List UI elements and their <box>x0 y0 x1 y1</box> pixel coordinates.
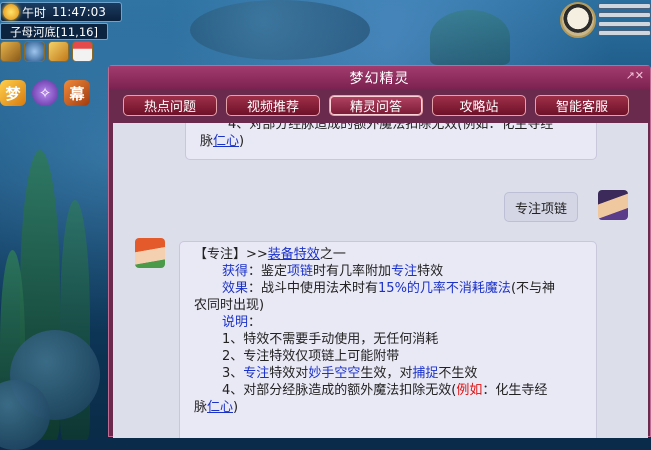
example-keyword: 例如 <box>456 383 483 398</box>
player-portrait[interactable] <box>560 2 596 38</box>
tab-hot-questions[interactable]: 热点问题 <box>123 95 217 116</box>
prev-line: 脉仁心) <box>200 134 245 149</box>
answer-effect-line2: 农同时出现) <box>194 298 265 313</box>
window-titlebar[interactable]: 梦幻精灵 ↗✕ <box>109 66 650 90</box>
calendar-icon[interactable] <box>72 41 93 62</box>
answer-effect-line: 效果：战斗中使用法术时有15%的几率不消耗魔法(不与神 <box>222 281 556 296</box>
chat-area[interactable]: 4、对部分经脉造成的额外魔法扣除无效(例如：化生寺经 脉仁心) 专注项链 【专注… <box>113 123 648 438</box>
game-clock: 午时 11:47:03 <box>0 2 122 22</box>
renxin-link[interactable]: 仁心 <box>213 134 239 149</box>
clock-time: 11:47:03 <box>52 5 106 19</box>
answer-heading: 【专注】>>装备特效之一 <box>194 247 346 262</box>
effect-highlight: 15%的几率不消耗魔法 <box>378 281 511 296</box>
equipment-effect-link[interactable]: 装备特效 <box>268 247 320 262</box>
hp-bar <box>598 3 651 9</box>
answer-note-label: 说明： <box>222 315 262 330</box>
previous-answer-bubble: 4、对部分经脉造成的额外魔法扣除无效(例如：化生寺经 脉仁心) <box>185 123 597 160</box>
dream-icon[interactable]: 梦 <box>0 80 26 106</box>
effect-label: 效果 <box>222 281 249 296</box>
necklace-keyword: 项链 <box>287 264 314 279</box>
side-icon-bar: 梦 ✧ 幕 <box>0 80 90 106</box>
exp-bar <box>598 30 651 36</box>
note-item: 3、专注特效对妙手空空生效，对捕捉不生效 <box>222 366 478 381</box>
resize-icon[interactable]: ↗✕ <box>626 69 644 82</box>
note-item: 2、专注特效仅项链上可能附带 <box>222 349 400 364</box>
tab-video-recommend[interactable]: 视频推荐 <box>226 95 320 116</box>
book-icon[interactable] <box>0 41 21 62</box>
tab-bar: 热点问题 视频推荐 精灵问答 攻略站 智能客服 <box>109 90 650 122</box>
renxin-link[interactable]: 仁心 <box>207 400 233 415</box>
time-period: 午时 <box>22 5 47 20</box>
window-title: 梦幻精灵 <box>349 71 410 87</box>
obtain-label: 获得 <box>222 264 249 279</box>
spirit-avatar <box>135 238 165 268</box>
tab-smart-support[interactable]: 智能客服 <box>535 95 629 116</box>
map-location: 子母河底[11,16] <box>0 23 108 40</box>
status-bars <box>598 3 651 39</box>
sun-icon <box>3 4 19 20</box>
mp-bar <box>598 12 651 18</box>
user-avatar <box>598 190 628 220</box>
answer-obtain-line: 获得：鉴定项链时有几率附加专注特效 <box>222 264 444 279</box>
note-item: 4、对部分经脉造成的额外魔法扣除无效(例如：化生寺经 <box>222 383 548 398</box>
note-item: 1、特效不需要手动使用，无任何消耗 <box>222 332 439 347</box>
menu-scroll-icon[interactable]: 幕 <box>64 80 90 106</box>
note-item: 脉仁心) <box>194 400 239 415</box>
tab-guide-site[interactable]: 攻略站 <box>432 95 526 116</box>
focus-keyword: 专注 <box>391 264 418 279</box>
user-message-bubble: 专注项链 <box>504 192 578 222</box>
tab-spirit-qa[interactable]: 精灵问答 <box>329 95 423 116</box>
gem-icon[interactable]: ✧ <box>32 80 58 106</box>
prev-line: 4、对部分经脉造成的额外魔法扣除无效(例如：化生寺经 <box>228 123 554 132</box>
gift-icon[interactable] <box>48 41 69 62</box>
spirit-assistant-window: 梦幻精灵 ↗✕ 热点问题 视频推荐 精灵问答 攻略站 智能客服 4、对部分经脉造… <box>108 65 651 438</box>
answer-bubble: 【专注】>>装备特效之一 获得：鉴定项链时有几率附加专注特效 效果：战斗中使用法… <box>179 241 597 438</box>
anger-bar <box>598 21 651 27</box>
hud-toolbar <box>0 41 93 65</box>
gear-globe-icon[interactable] <box>24 41 45 62</box>
